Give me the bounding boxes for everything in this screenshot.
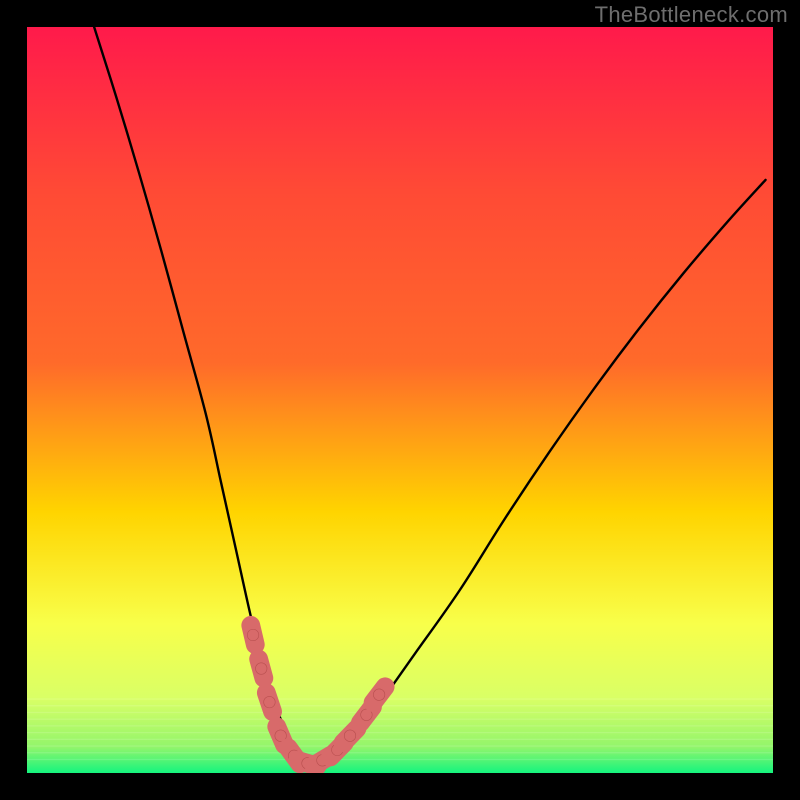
plot-area	[27, 27, 773, 773]
curve-marker-dot	[373, 689, 384, 700]
curve-marker-dot	[256, 663, 267, 674]
chart-frame: TheBottleneck.com	[0, 0, 800, 800]
grid-band	[27, 725, 773, 726]
grid-band	[27, 712, 773, 713]
grid-band	[27, 732, 773, 733]
curve-marker-dot	[264, 696, 275, 707]
grid-band	[27, 698, 773, 699]
curve-marker-dot	[247, 629, 258, 640]
bottleneck-chart	[27, 27, 773, 773]
watermark-text: TheBottleneck.com	[595, 2, 788, 28]
grid-band	[27, 739, 773, 740]
grid-band	[27, 759, 773, 760]
grid-band	[27, 745, 773, 746]
grid-band	[27, 719, 773, 720]
curve-marker-dot	[344, 730, 355, 741]
grid-band	[27, 752, 773, 753]
grid-band	[27, 705, 773, 706]
chart-background	[27, 27, 773, 773]
